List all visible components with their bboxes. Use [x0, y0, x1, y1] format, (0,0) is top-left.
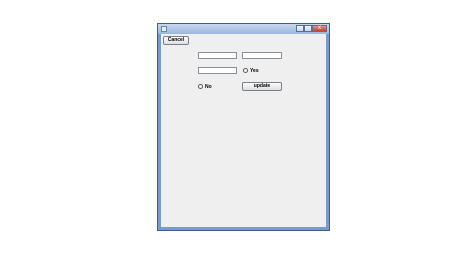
radio-yes-label: Yes — [250, 67, 259, 74]
radio-no-label: No — [205, 83, 212, 90]
text-field-1[interactable] — [198, 52, 237, 59]
app-icon — [161, 26, 167, 32]
radio-no-circle[interactable] — [198, 84, 203, 89]
radio-no[interactable]: No — [198, 83, 212, 90]
title-bar[interactable]: x — [158, 24, 329, 34]
radio-yes[interactable]: Yes — [243, 67, 259, 74]
update-button[interactable]: update — [242, 82, 282, 91]
close-button[interactable]: x — [312, 25, 327, 32]
radio-yes-circle[interactable] — [243, 68, 248, 73]
maximize-button[interactable] — [304, 25, 312, 32]
app-window: x Cancel Yes No update — [157, 23, 330, 231]
minimize-button[interactable] — [296, 25, 304, 32]
text-field-3[interactable] — [198, 67, 237, 74]
window-controls: x — [296, 25, 327, 33]
form-panel: Cancel Yes No update — [161, 34, 326, 227]
cancel-button[interactable]: Cancel — [163, 36, 189, 45]
text-field-2[interactable] — [242, 52, 282, 59]
